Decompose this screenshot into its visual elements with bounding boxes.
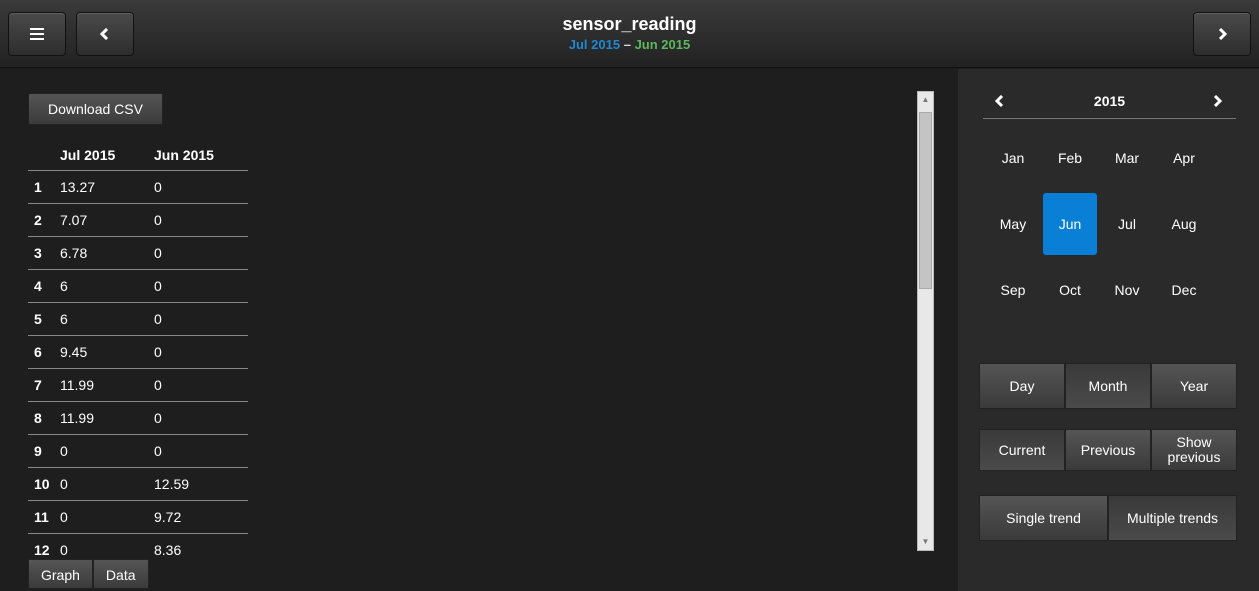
download-csv-button[interactable]: Download CSV <box>28 93 163 125</box>
cell-jul: 13.27 <box>60 179 96 195</box>
cell-jul: 0 <box>60 443 68 459</box>
month-mar[interactable]: Mar <box>1100 127 1154 189</box>
month-oct[interactable]: Oct <box>1043 259 1097 321</box>
cell-jul: 6.78 <box>60 245 88 261</box>
multiple-trends-button[interactable]: Multiple trends <box>1108 495 1237 541</box>
cell-jul: 0 <box>60 476 68 492</box>
period-selector: Day Month Year <box>979 363 1237 409</box>
range-end: Jun 2015 <box>634 37 691 52</box>
table-row: 3 6.78 0 <box>28 237 248 270</box>
cell-jul: 11.99 <box>60 410 94 426</box>
date-range: Jul 2015 – Jun 2015 <box>0 37 1259 52</box>
cell-jun: 0 <box>154 410 162 426</box>
row-index: 10 <box>34 476 50 492</box>
table-row: 4 6 0 <box>28 270 248 303</box>
current-button[interactable]: Current <box>979 429 1065 471</box>
cell-jul: 6 <box>60 278 68 294</box>
row-index: 11 <box>34 509 49 525</box>
scrollbar-thumb[interactable] <box>919 112 932 289</box>
cell-jun: 0 <box>154 344 162 360</box>
year-selector: 2015 <box>983 87 1236 119</box>
top-bar: sensor_reading Jul 2015 – Jun 2015 <box>0 0 1259 68</box>
cell-jul: 0 <box>60 542 68 558</box>
table-row: 2 7.07 0 <box>28 204 248 237</box>
row-index: 12 <box>34 542 50 558</box>
year-button[interactable]: Year <box>1151 363 1237 409</box>
row-index: 6 <box>34 344 42 360</box>
table-body: 1 13.27 0 2 7.07 0 3 6.78 0 4 6 0 5 6 0 6 9.45 0 7 11… <box>28 171 248 561</box>
row-index: 8 <box>34 410 42 426</box>
page-title: sensor_reading <box>562 14 697 34</box>
cell-jul: 7.07 <box>60 212 88 228</box>
month-jan[interactable]: Jan <box>986 127 1040 189</box>
chevron-right-icon <box>1218 28 1227 40</box>
show-previous-button[interactable]: Show previous <box>1151 429 1237 471</box>
cell-jun: 9.72 <box>154 509 182 525</box>
month-button[interactable]: Month <box>1065 363 1151 409</box>
cell-jun: 8.36 <box>154 542 182 558</box>
cell-jun: 0 <box>154 212 162 228</box>
title-block: sensor_reading Jul 2015 – Jun 2015 <box>0 14 1259 52</box>
side-panel: 2015 Jan Feb Mar Apr May Jun Jul Aug Sep… <box>958 69 1259 591</box>
compare-selector: Current Previous Show previous <box>979 429 1237 471</box>
cell-jun: 0 <box>154 245 162 261</box>
month-jul[interactable]: Jul <box>1100 193 1154 255</box>
data-table: Jul 2015 Jun 2015 1 13.27 0 2 7.07 0 3 6.78 0 … <box>28 139 248 561</box>
row-index: 3 <box>34 245 42 261</box>
single-trend-button[interactable]: Single trend <box>979 495 1108 541</box>
row-index: 5 <box>34 311 42 327</box>
month-jun[interactable]: Jun <box>1043 193 1097 255</box>
range-separator: – <box>620 37 635 52</box>
month-dec[interactable]: Dec <box>1157 259 1211 321</box>
cell-jul: 6 <box>60 311 68 327</box>
column-header-jun: Jun 2015 <box>154 147 214 163</box>
table-row: 7 11.99 0 <box>28 369 248 402</box>
column-header-jul: Jul 2015 <box>60 147 116 163</box>
table-row: 11 0 9.72 <box>28 501 248 534</box>
month-may[interactable]: May <box>986 193 1040 255</box>
row-index: 4 <box>34 278 42 294</box>
table-row: 10 0 12.59 <box>28 468 248 501</box>
next-year-icon[interactable] <box>1212 95 1222 107</box>
trend-selector: Single trend Multiple trends <box>979 495 1237 541</box>
scroll-up-icon[interactable]: ▲ <box>918 92 933 108</box>
view-tabs: Graph Data <box>28 559 149 589</box>
table-row: 12 0 8.36 <box>28 534 248 561</box>
day-button[interactable]: Day <box>979 363 1065 409</box>
vertical-scrollbar[interactable]: ▲ ▼ <box>917 91 934 551</box>
month-nov[interactable]: Nov <box>1100 259 1154 321</box>
year-label: 2015 <box>1093 93 1126 109</box>
range-start: Jul 2015 <box>568 37 621 52</box>
cell-jul: 0 <box>60 509 68 525</box>
month-apr[interactable]: Apr <box>1157 127 1211 189</box>
month-grid: Jan Feb Mar Apr May Jun Jul Aug Sep Oct … <box>986 127 1236 325</box>
cell-jun: 0 <box>154 443 162 459</box>
row-index: 1 <box>34 179 42 195</box>
cell-jun: 0 <box>154 377 162 393</box>
table-row: 1 13.27 0 <box>28 171 248 204</box>
cell-jul: 9.45 <box>60 344 88 360</box>
row-index: 9 <box>34 443 42 459</box>
table-header: Jul 2015 Jun 2015 <box>28 139 248 171</box>
tab-graph[interactable]: Graph <box>28 559 93 589</box>
cell-jun: 0 <box>154 311 162 327</box>
row-index: 2 <box>34 212 42 228</box>
month-sep[interactable]: Sep <box>986 259 1040 321</box>
main-panel: Download CSV Jul 2015 Jun 2015 1 13.27 0 2… <box>0 69 958 591</box>
table-row: 8 11.99 0 <box>28 402 248 435</box>
table-row: 9 0 0 <box>28 435 248 468</box>
tab-data[interactable]: Data <box>92 559 149 589</box>
cell-jun: 0 <box>154 179 162 195</box>
table-row: 5 6 0 <box>28 303 248 336</box>
cell-jun: 0 <box>154 278 162 294</box>
table-row: 6 9.45 0 <box>28 336 248 369</box>
cell-jun: 12.59 <box>154 476 190 492</box>
month-aug[interactable]: Aug <box>1157 193 1211 255</box>
row-index: 7 <box>34 377 42 393</box>
cell-jul: 11.99 <box>60 377 94 393</box>
month-feb[interactable]: Feb <box>1043 127 1097 189</box>
forward-button[interactable] <box>1193 12 1251 56</box>
scroll-down-icon[interactable]: ▼ <box>918 534 933 550</box>
previous-button[interactable]: Previous <box>1065 429 1151 471</box>
